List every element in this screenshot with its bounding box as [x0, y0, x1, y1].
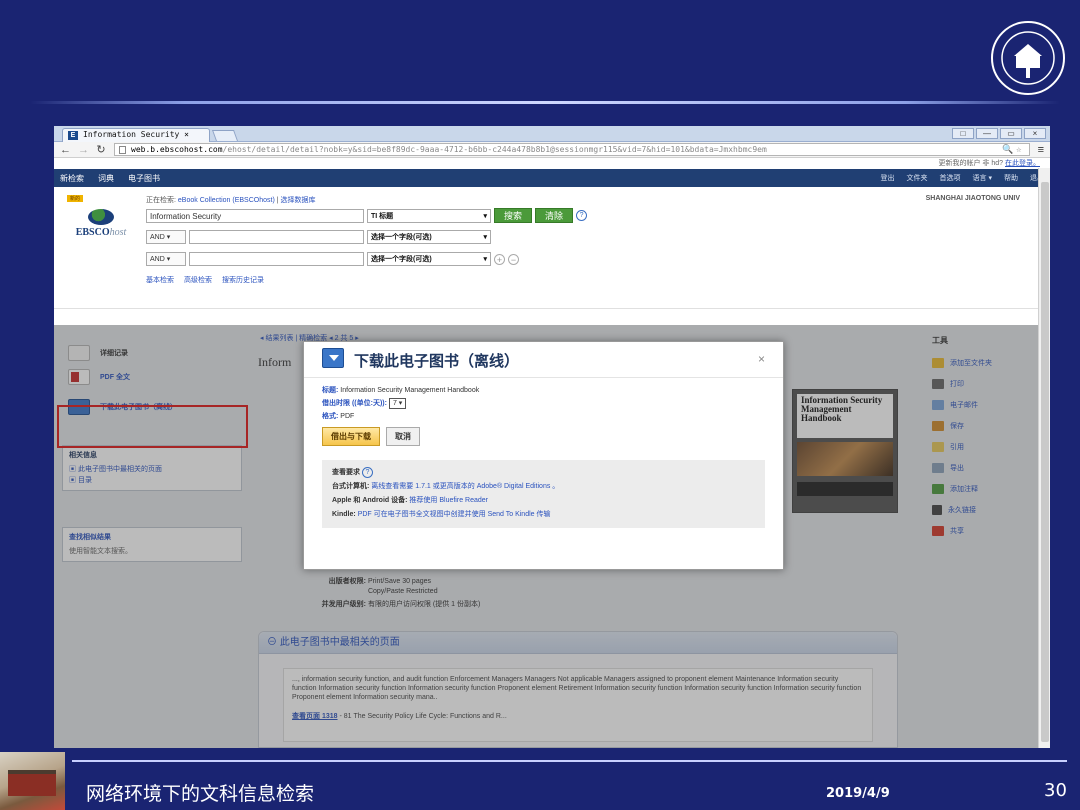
bluefire-link[interactable]: 推荐使用 Bluefire Reader: [409, 497, 488, 504]
dialog-title: 下载此电子图书（离线）: [354, 352, 520, 370]
window-controls: □ — ▭ ×: [952, 128, 1046, 139]
checkout-download-button[interactable]: 借出与下载: [322, 427, 380, 446]
campus-photo: [0, 752, 65, 810]
nav-help[interactable]: 帮助: [1004, 173, 1018, 183]
nav-thesaurus[interactable]: 词典: [98, 173, 114, 184]
advanced-search-link[interactable]: 高级检索: [184, 275, 212, 285]
back-arrow-icon[interactable]: ←: [60, 144, 71, 156]
remove-row-icon[interactable]: −: [508, 253, 519, 265]
close-window-button[interactable]: ×: [1024, 128, 1046, 139]
add-row-icon[interactable]: +: [494, 253, 505, 265]
tab-label: Information Security ×: [83, 130, 189, 139]
login-link[interactable]: 在此登录。: [1005, 160, 1040, 167]
nav-ebooks[interactable]: 电子图书: [128, 173, 160, 184]
search-input-2[interactable]: [189, 230, 364, 244]
ebsco-top-nav: 新检索 词典 电子图书 登出 文件夹 首选项 语言 ▾ 帮助 退出: [54, 169, 1050, 187]
institution-name: SHANGHAI JIAOTONG UNIV: [925, 195, 1020, 202]
search-row-3: AND ▾ 选择一个字段(可选) ▾ + −: [146, 252, 519, 266]
tab-information-security[interactable]: E Information Security ×: [62, 128, 210, 142]
minimize-button[interactable]: —: [976, 128, 998, 139]
tab-strip: E Information Security × □ — ▭ ×: [54, 126, 1050, 142]
download-ebook-dialog: 下载此电子图书（离线） × 标题: Information Security M…: [303, 341, 784, 570]
university-seal-icon: [991, 21, 1065, 95]
new-tab-button[interactable]: [211, 130, 239, 141]
close-icon[interactable]: ×: [758, 352, 765, 366]
footer-date: 2019/4/9: [826, 786, 890, 801]
ade-link[interactable]: 离线查看需要 1.7.1 或更高版本的 Adobe® Digital Editi…: [371, 483, 559, 490]
search-area: 新的 EBSCOhost 正在检索: eBook Collection (EBS…: [54, 187, 1050, 309]
search-row-2: AND ▾ 选择一个字段(可选) ▾: [146, 230, 491, 244]
menu-icon[interactable]: ≡: [1038, 144, 1044, 156]
search-history-link[interactable]: 搜索历史记录: [222, 275, 264, 285]
reload-icon[interactable]: ↻: [96, 143, 106, 156]
nav-signout[interactable]: 登出: [881, 173, 895, 183]
nav-folder[interactable]: 文件夹: [907, 173, 928, 183]
new-badge: 新的: [67, 195, 84, 202]
search-links: 基本检索 高级检索 搜索历史记录: [146, 275, 264, 285]
nav-language[interactable]: 语言 ▾: [973, 173, 992, 183]
search-button[interactable]: 搜索: [494, 208, 533, 223]
browser-window: E Information Security × □ — ▭ × ← → ↻ w…: [54, 126, 1050, 748]
search-row-1: Information Security TI 标题 ▾ 搜索 清除 ?: [146, 208, 588, 223]
field-select-3[interactable]: 选择一个字段(可选) ▾: [367, 252, 491, 266]
zoom-star-icons[interactable]: 🔍☆: [1002, 144, 1025, 155]
slide-top-rule: [30, 101, 1060, 104]
forward-arrow-icon[interactable]: →: [78, 144, 89, 156]
basic-search-link[interactable]: 基本检索: [146, 275, 174, 285]
book-title-value: Information Security Management Handbook: [340, 387, 480, 394]
url-bar[interactable]: web.b.ebscohost.com/ehost/detail/detail?…: [114, 143, 1030, 156]
ebsco-logo-icon: [88, 209, 114, 225]
loan-period-select[interactable]: 7 ▾: [388, 398, 407, 409]
page-scrollbar[interactable]: [1038, 168, 1050, 748]
search-input-1[interactable]: Information Security: [146, 208, 364, 223]
bool-select-1[interactable]: AND ▾: [146, 230, 186, 244]
kindle-link[interactable]: PDF 可在电子图书全文视图中创建并使用 Send To Kindle 传输: [358, 511, 551, 518]
maximize-button[interactable]: ▭: [1000, 128, 1022, 139]
account-bar: 更新我的帐户 非 hd? 在此登录。: [54, 158, 1050, 169]
download-icon: [322, 348, 344, 368]
address-toolbar: ← → ↻ web.b.ebscohost.com/ehost/detail/d…: [54, 142, 1050, 158]
requirements-box: 查看要求 ? 台式计算机: 离线查看需要 1.7.1 或更高版本的 Adobe®…: [322, 460, 765, 528]
footer-title: 网络环境下的文科信息检索: [86, 783, 315, 805]
searching-label: 正在检索: eBook Collection (EBSCOhost) | 选择数…: [146, 197, 316, 204]
cancel-button[interactable]: 取消: [386, 427, 420, 446]
footer-rule: [72, 760, 1067, 762]
help-icon[interactable]: ?: [361, 467, 373, 478]
ebsco-logo: EBSCOhost: [66, 209, 136, 238]
help-icon[interactable]: ?: [576, 210, 588, 221]
search-input-3[interactable]: [189, 252, 364, 266]
page-number: 30: [1044, 780, 1067, 801]
nav-new-search[interactable]: 新检索: [60, 173, 84, 184]
clear-button[interactable]: 清除: [535, 208, 574, 223]
ebsco-favicon-icon: E: [68, 131, 78, 140]
page-icon: [119, 146, 126, 154]
window-extra-button[interactable]: □: [952, 128, 974, 139]
field-select-1[interactable]: TI 标题 ▾: [367, 208, 491, 223]
field-select-2[interactable]: 选择一个字段(可选) ▾: [367, 230, 491, 244]
choose-db-link[interactable]: 选择数据库: [281, 197, 316, 204]
bool-select-2[interactable]: AND ▾: [146, 252, 186, 266]
nav-preferences[interactable]: 首选项: [940, 173, 961, 183]
